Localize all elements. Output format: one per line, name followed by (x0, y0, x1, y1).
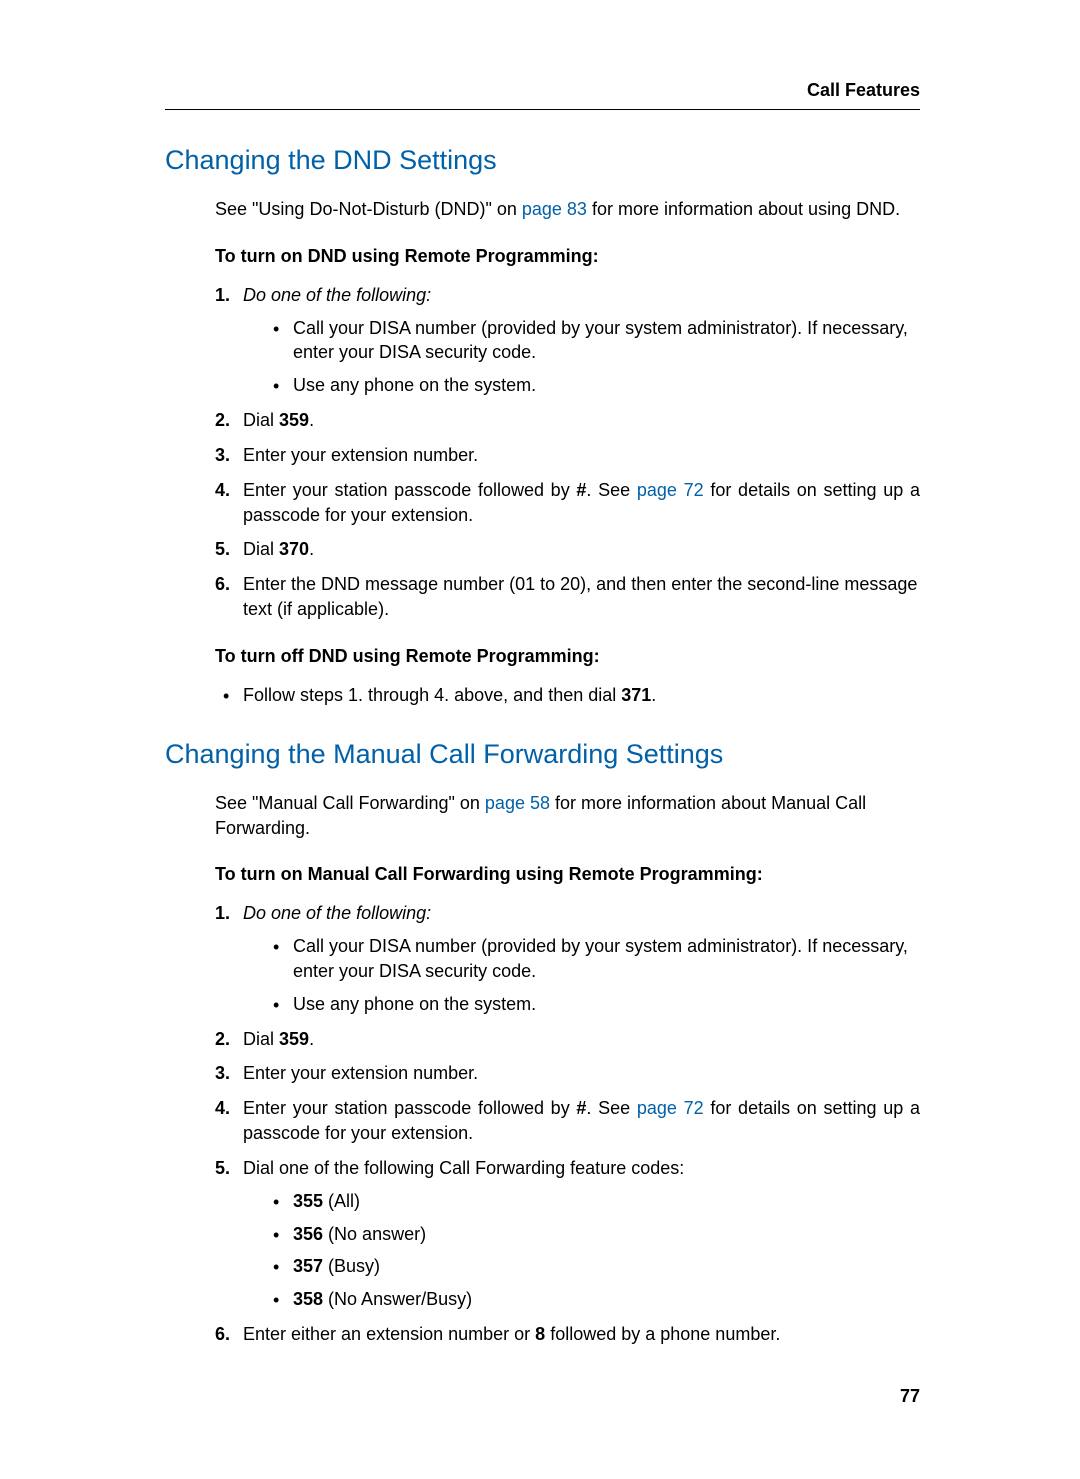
text: See "Using Do-Not-Disturb (DND)" on (215, 199, 522, 219)
code-358: 358 (293, 1289, 323, 1309)
code-371: 371 (621, 685, 651, 705)
text: . (309, 539, 314, 559)
option-any-phone: Use any phone on the system. (243, 992, 920, 1017)
dnd-off-steps: Follow steps 1. through 4. above, and th… (215, 683, 920, 708)
step-1: Do one of the following: Call your DISA … (215, 901, 920, 1016)
text: See "Manual Call Forwarding" on (215, 793, 485, 813)
dnd-intro: See "Using Do-Not-Disturb (DND)" on page… (215, 197, 920, 222)
text: Dial one of the following Call Forwardin… (243, 1158, 684, 1178)
text: Enter your station passcode followed by (243, 480, 576, 500)
text: . See (586, 480, 636, 500)
text: Do one of the following: (243, 903, 431, 923)
text: . (651, 685, 656, 705)
dnd-on-steps: Do one of the following: Call your DISA … (215, 283, 920, 622)
text: (No answer) (323, 1224, 426, 1244)
text: . (309, 410, 314, 430)
code-359: 359 (279, 1029, 309, 1049)
step-6: Enter the DND message number (01 to 20),… (215, 572, 920, 622)
heading-manual-call-forwarding: Changing the Manual Call Forwarding Sett… (165, 736, 920, 773)
code-all: 355 (All) (243, 1189, 920, 1214)
step-5: Dial 370. (215, 537, 920, 562)
step-2: Dial 359. (215, 1027, 920, 1052)
code-370: 370 (279, 539, 309, 559)
option-disa: Call your DISA number (provided by your … (243, 934, 920, 984)
text: Dial (243, 1029, 279, 1049)
step-4: Enter your station passcode followed by … (215, 478, 920, 528)
text: Dial (243, 410, 279, 430)
text: Do one of the following: (243, 285, 431, 305)
step-1: Do one of the following: Call your DISA … (215, 283, 920, 398)
page-number: 77 (900, 1384, 920, 1409)
step-1-options: Call your DISA number (provided by your … (243, 316, 920, 398)
header-section-title: Call Features (165, 78, 920, 103)
step-2: Dial 359. (215, 408, 920, 433)
digit-8: 8 (535, 1324, 545, 1344)
text: Follow steps 1. through 4. above, and th… (243, 685, 621, 705)
dnd-turn-off-heading: To turn off DND using Remote Programming… (215, 644, 920, 669)
text: (No Answer/Busy) (323, 1289, 472, 1309)
code-noans-busy: 358 (No Answer/Busy) (243, 1287, 920, 1312)
cf-on-steps: Do one of the following: Call your DISA … (215, 901, 920, 1347)
text: . (309, 1029, 314, 1049)
hash-key: # (576, 1098, 586, 1118)
step-6: Enter either an extension number or 8 fo… (215, 1322, 920, 1347)
dnd-off-step: Follow steps 1. through 4. above, and th… (215, 683, 920, 708)
link-page-72[interactable]: page 72 (637, 1098, 704, 1118)
cf-intro: See "Manual Call Forwarding" on page 58 … (215, 791, 920, 841)
link-page-58[interactable]: page 58 (485, 793, 550, 813)
code-noans: 356 (No answer) (243, 1222, 920, 1247)
step-4: Enter your station passcode followed by … (215, 1096, 920, 1146)
text: (Busy) (323, 1256, 380, 1276)
cf-codes: 355 (All) 356 (No answer) 357 (Busy) 358… (243, 1189, 920, 1312)
code-357: 357 (293, 1256, 323, 1276)
manual-page: Call Features Changing the DND Settings … (0, 0, 1080, 1479)
code-356: 356 (293, 1224, 323, 1244)
text: . See (586, 1098, 636, 1118)
text: Dial (243, 539, 279, 559)
cf-turn-on-heading: To turn on Manual Call Forwarding using … (215, 862, 920, 887)
step-1-options: Call your DISA number (provided by your … (243, 934, 920, 1016)
option-disa: Call your DISA number (provided by your … (243, 316, 920, 366)
code-busy: 357 (Busy) (243, 1254, 920, 1279)
step-3: Enter your extension number. (215, 443, 920, 468)
text: followed by a phone number. (545, 1324, 780, 1344)
code-355: 355 (293, 1191, 323, 1211)
text: Enter your station passcode followed by (243, 1098, 576, 1118)
section-dnd-body: See "Using Do-Not-Disturb (DND)" on page… (215, 197, 920, 707)
heading-dnd-settings: Changing the DND Settings (165, 142, 920, 179)
option-any-phone: Use any phone on the system. (243, 373, 920, 398)
code-359: 359 (279, 410, 309, 430)
text: (All) (323, 1191, 360, 1211)
header-rule (165, 109, 920, 110)
step-3: Enter your extension number. (215, 1061, 920, 1086)
link-page-72[interactable]: page 72 (637, 480, 704, 500)
text: for more information about using DND. (587, 199, 900, 219)
dnd-turn-on-heading: To turn on DND using Remote Programming: (215, 244, 920, 269)
section-cf-body: See "Manual Call Forwarding" on page 58 … (215, 791, 920, 1347)
hash-key: # (576, 480, 586, 500)
step-5: Dial one of the following Call Forwardin… (215, 1156, 920, 1312)
link-page-83[interactable]: page 83 (522, 199, 587, 219)
text: Enter either an extension number or (243, 1324, 535, 1344)
